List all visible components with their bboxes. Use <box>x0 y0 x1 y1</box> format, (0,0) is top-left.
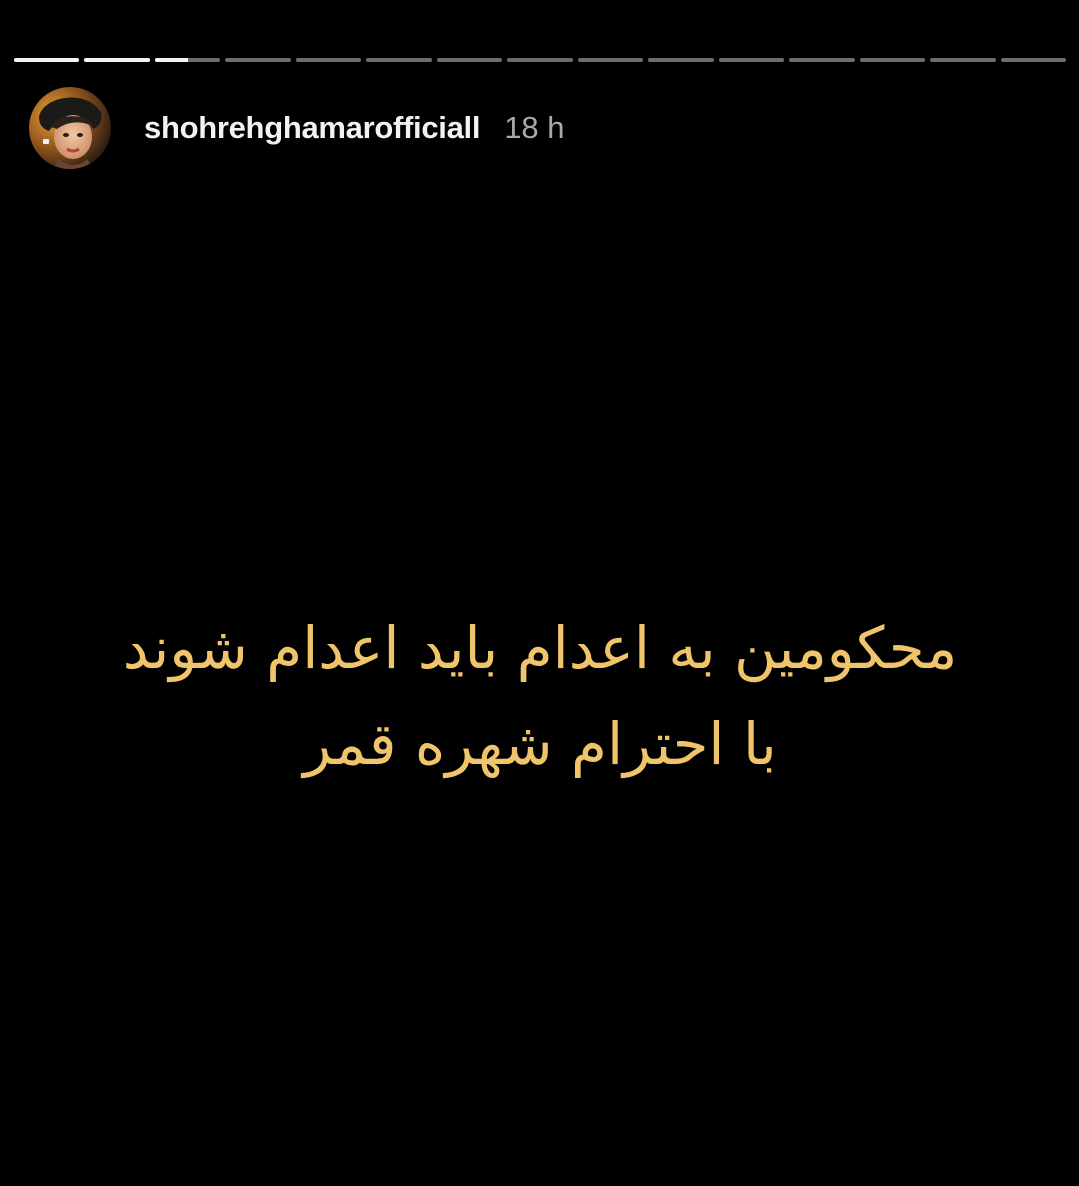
story-viewer[interactable]: shohrehghamarofficiall 18 h محکومین به ا… <box>0 0 1079 1186</box>
progress-segment <box>789 58 855 62</box>
story-header: shohrehghamarofficiall 18 h <box>29 86 565 170</box>
profile-photo-icon <box>29 87 111 169</box>
progress-segment <box>225 58 291 62</box>
progress-segment <box>507 58 573 62</box>
story-progress-bar <box>14 58 1067 62</box>
progress-segment-fill <box>84 58 150 62</box>
progress-segment <box>648 58 714 62</box>
progress-segment <box>577 58 644 62</box>
progress-segment <box>295 58 362 62</box>
progress-segment <box>1000 58 1067 62</box>
progress-segment <box>859 58 926 62</box>
caption-line-2: با احترام شهره قمر <box>303 710 777 778</box>
progress-segment <box>14 58 80 62</box>
timestamp: 18 h <box>504 110 565 145</box>
progress-segment <box>154 58 221 62</box>
progress-segment <box>436 58 503 62</box>
progress-segment-fill <box>14 58 80 62</box>
progress-segment <box>930 58 996 62</box>
progress-segment <box>718 58 785 62</box>
progress-segment-fill <box>154 58 188 62</box>
progress-segment <box>366 58 432 62</box>
progress-segment <box>84 58 150 62</box>
avatar[interactable] <box>29 87 111 169</box>
story-caption: محکومین به اعدام باید اعدام شوند با احتر… <box>40 600 1040 792</box>
username-link[interactable]: shohrehghamarofficiall <box>144 110 480 146</box>
caption-line-1: محکومین به اعدام باید اعدام شوند <box>122 614 958 682</box>
